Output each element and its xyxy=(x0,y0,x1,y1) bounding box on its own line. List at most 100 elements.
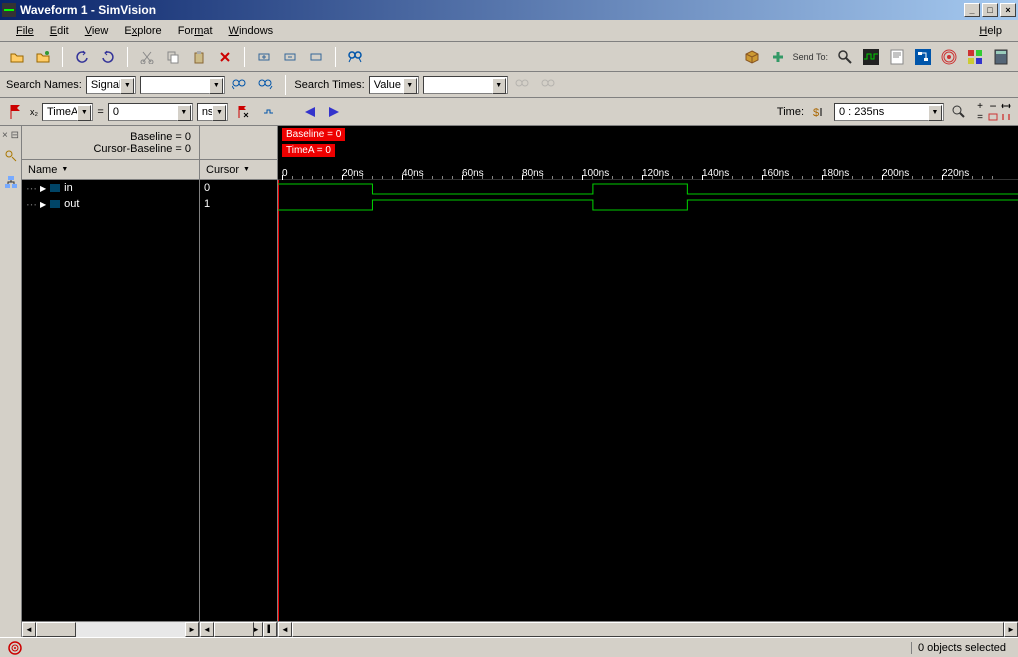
side-search-icon[interactable] xyxy=(0,145,22,167)
menu-explore[interactable]: Explore xyxy=(116,23,169,39)
baseline-marker-label: Baseline = 0 xyxy=(282,128,345,141)
signal-row[interactable]: ⋯▶in xyxy=(22,180,199,196)
maximize-button[interactable]: □ xyxy=(982,3,998,17)
name-hscroll[interactable]: ◄► xyxy=(22,621,199,637)
waveform-in xyxy=(278,180,1018,196)
zoom-tool-icon[interactable] xyxy=(948,101,970,123)
timea-marker-label: TimeA = 0 xyxy=(282,144,335,157)
search-names-label: Search Names: xyxy=(6,79,82,91)
status-selected: 0 objects selected xyxy=(911,642,1012,654)
search-names-mode[interactable]: Signal xyxy=(86,76,137,94)
waveform-header: Baseline = 0 TimeA = 0 020ns40ns60ns80ns… xyxy=(278,126,1018,180)
cursor-column-body: 0 1 xyxy=(200,180,277,621)
undo-icon[interactable] xyxy=(71,46,93,68)
marker-delete-icon[interactable] xyxy=(232,101,254,123)
zoom-plus-icon[interactable]: + xyxy=(974,101,986,111)
status-bar: 0 objects selected xyxy=(0,637,1018,657)
main-area: × ⊟ Baseline = 0 Cursor-Baseline = 0 Nam… xyxy=(0,126,1018,637)
sendto-memory-icon[interactable] xyxy=(964,46,986,68)
name-column-header[interactable]: Name xyxy=(22,160,199,180)
sendto-wave-icon[interactable] xyxy=(860,46,882,68)
window-titlebar: Waveform 1 - SimVision _ □ × xyxy=(0,0,1018,20)
paste-icon[interactable] xyxy=(188,46,210,68)
search-times-label: Search Times: xyxy=(294,79,364,91)
search-next-icon[interactable] xyxy=(255,74,277,96)
time-bar: x₂ TimeA = 0 ns Time: $ 0 : 235ns +− = xyxy=(0,98,1018,126)
cursor-line[interactable] xyxy=(278,180,279,621)
waveform-hscroll[interactable]: ◄► xyxy=(278,621,1018,637)
sendto-calc-icon[interactable] xyxy=(990,46,1012,68)
sendto-label: Send To: xyxy=(793,52,828,62)
open-icon[interactable] xyxy=(6,46,28,68)
minimize-button[interactable]: _ xyxy=(964,3,980,17)
package-icon[interactable] xyxy=(741,46,763,68)
name-column-body: ⋯▶in ⋯▶out xyxy=(22,180,199,621)
search-times-mode[interactable]: Value xyxy=(369,76,419,94)
cursor-column: Cursor 0 1 ◄►▌ xyxy=(200,126,278,637)
search-signal-icon[interactable] xyxy=(344,46,366,68)
menu-edit[interactable]: Edit xyxy=(42,23,77,39)
x2-label: x₂ xyxy=(30,107,38,117)
redo-icon[interactable] xyxy=(97,46,119,68)
equals-label: = xyxy=(97,106,103,118)
svg-text:$: $ xyxy=(813,107,819,119)
sendto-source-icon[interactable] xyxy=(886,46,908,68)
zoom-out-icon[interactable] xyxy=(279,46,301,68)
time-range-input[interactable]: 0 : 235ns xyxy=(834,103,944,121)
zoom-eq-icon[interactable]: = xyxy=(974,112,986,122)
cursor-column-header[interactable]: Cursor xyxy=(200,160,277,180)
open-db-icon[interactable] xyxy=(32,46,54,68)
sendto-search-icon[interactable] xyxy=(834,46,856,68)
sendto-signal-icon[interactable] xyxy=(938,46,960,68)
copy-icon[interactable] xyxy=(162,46,184,68)
zoom-fit-icon[interactable] xyxy=(305,46,327,68)
marker-unit-select[interactable]: ns xyxy=(197,103,229,121)
search-time-next-icon[interactable] xyxy=(538,74,560,96)
cursor-value: 1 xyxy=(200,196,277,212)
waveform-body[interactable] xyxy=(278,180,1018,621)
cursor-hscroll[interactable]: ◄►▌ xyxy=(200,621,277,637)
waveform-out xyxy=(278,196,1018,212)
marker-select[interactable]: TimeA xyxy=(42,103,93,121)
side-hierarchy-icon[interactable] xyxy=(0,171,22,193)
zoom-in-icon[interactable] xyxy=(253,46,275,68)
time-ruler[interactable]: 020ns40ns60ns80ns100ns120ns140ns160ns180… xyxy=(278,159,1018,179)
menu-view[interactable]: View xyxy=(77,23,117,39)
main-toolbar: Send To: xyxy=(0,42,1018,72)
marker-lock-icon[interactable] xyxy=(258,101,280,123)
menu-help[interactable]: Help xyxy=(971,23,1010,39)
search-time-prev-icon[interactable] xyxy=(512,74,534,96)
zoom-cursor-icon[interactable] xyxy=(1000,112,1012,122)
zoom-minus-icon[interactable]: − xyxy=(987,101,999,111)
time-mode-icon[interactable]: $ xyxy=(808,101,830,123)
marker-flag-icon[interactable] xyxy=(6,102,26,122)
cursor-baseline-info: Cursor-Baseline = 0 xyxy=(30,143,191,155)
menu-file[interactable]: Filedocument.currentScript.previousEleme… xyxy=(8,23,42,39)
name-column: Baseline = 0 Cursor-Baseline = 0 Name ⋯▶… xyxy=(22,126,200,637)
side-toolbar: × ⊟ xyxy=(0,126,22,637)
search-prev-icon[interactable] xyxy=(229,74,251,96)
waveform-panel: Baseline = 0 TimeA = 0 020ns40ns60ns80ns… xyxy=(278,126,1018,637)
time-label: Time: xyxy=(777,106,804,118)
menu-windows[interactable]: Windows xyxy=(221,23,282,39)
cursor-value: 0 xyxy=(200,180,277,196)
sendto-schematic-icon[interactable] xyxy=(912,46,934,68)
add-icon[interactable] xyxy=(767,46,789,68)
side-close-icon[interactable]: × ⊟ xyxy=(0,128,21,143)
signal-row[interactable]: ⋯▶out xyxy=(22,196,199,212)
search-times-input[interactable] xyxy=(423,76,508,94)
zoom-full-icon[interactable] xyxy=(987,112,999,122)
menu-format[interactable]: Format xyxy=(170,23,221,39)
menu-bar: Filedocument.currentScript.previousEleme… xyxy=(0,20,1018,42)
zoom-fit2-icon[interactable] xyxy=(1000,101,1012,111)
search-bar: Search Names: Signal Search Times: Value xyxy=(0,72,1018,98)
window-title: Waveform 1 - SimVision xyxy=(20,3,964,17)
delete-icon[interactable] xyxy=(214,46,236,68)
search-names-input[interactable] xyxy=(140,76,225,94)
cut-icon[interactable] xyxy=(136,46,158,68)
marker-value-input[interactable]: 0 xyxy=(108,103,193,121)
close-button[interactable]: × xyxy=(1000,3,1016,17)
prev-edge-button[interactable] xyxy=(300,102,320,122)
status-icon[interactable] xyxy=(6,640,24,656)
next-edge-button[interactable] xyxy=(324,102,344,122)
